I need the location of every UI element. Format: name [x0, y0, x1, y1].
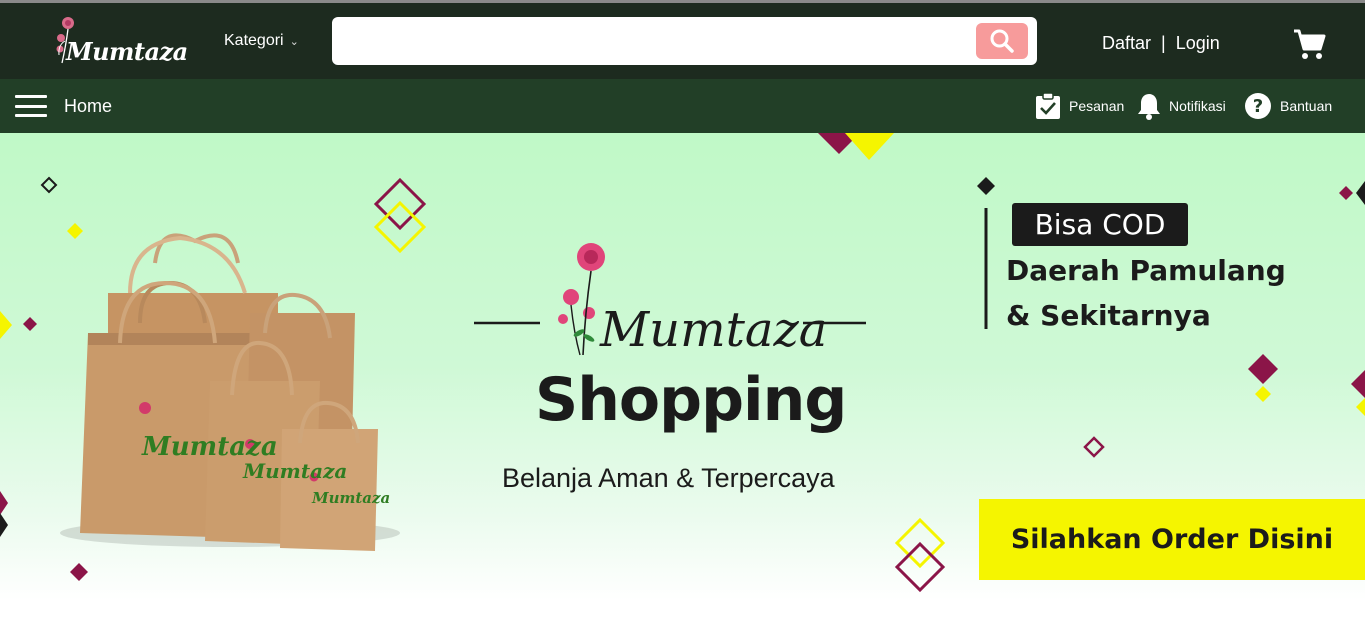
menu-button[interactable] — [15, 95, 47, 117]
bell-icon — [1138, 94, 1160, 120]
svg-text:?: ? — [1253, 96, 1263, 117]
cod-area-line2: & Sekitarnya — [1006, 299, 1211, 332]
home-link[interactable]: Home — [64, 96, 112, 117]
center-logo: Mumtaza — [474, 243, 866, 358]
brand-logo[interactable]: Mumtaza — [52, 15, 188, 73]
nav-bar: Home Pesanan Notifikasi ? Bantuan — [0, 79, 1365, 133]
nav-help[interactable]: ? Bantuan — [1244, 91, 1332, 121]
rose-icon — [558, 243, 605, 356]
promo-banner[interactable]: Mumtaza Mumtaza Mumtaza Mumtaza Shopping — [0, 133, 1365, 600]
order-cta-button[interactable]: Silahkan Order Disini — [979, 499, 1365, 580]
search-icon — [990, 29, 1014, 53]
cod-area-line1: Daerah Pamulang — [1006, 254, 1286, 287]
bag-logo-large: Mumtaza — [141, 432, 278, 462]
nav-orders[interactable]: Pesanan — [1035, 91, 1124, 121]
cod-badge: Bisa COD — [1012, 203, 1188, 246]
search-bar — [332, 17, 1037, 67]
nav-notifications[interactable]: Notifikasi — [1137, 91, 1226, 121]
brand-name: Mumtaza — [66, 37, 188, 66]
banner-tagline: Belanja Aman & Terpercaya — [502, 463, 835, 493]
register-link[interactable]: Daftar — [1102, 33, 1151, 54]
bag-logo-medium: Mumtaza — [242, 459, 347, 483]
search-input[interactable] — [344, 17, 968, 67]
chevron-down-icon: ⌄ — [289, 35, 299, 48]
nav-help-label: Bantuan — [1280, 98, 1333, 114]
cart-button[interactable] — [1292, 27, 1326, 61]
nav-notifications-label: Notifikasi — [1169, 98, 1226, 114]
shopping-bags-illustration: Mumtaza Mumtaza Mumtaza — [60, 233, 400, 551]
auth-links: Daftar | Login — [1102, 33, 1220, 54]
order-cta-label: Silahkan Order Disini — [1010, 524, 1334, 555]
category-label: Kategori — [224, 32, 284, 49]
auth-separator: | — [1161, 33, 1166, 53]
header-bar: Mumtaza Kategori ⌄ Daftar | Login — [0, 3, 1365, 79]
login-link[interactable]: Login — [1176, 33, 1220, 54]
help-circle-icon: ? — [1245, 93, 1271, 119]
nav-orders-label: Pesanan — [1069, 98, 1125, 114]
category-dropdown[interactable]: Kategori ⌄ — [224, 32, 299, 50]
bag-logo-small: Mumtaza — [311, 489, 390, 507]
cart-icon — [1294, 29, 1326, 59]
search-button[interactable] — [976, 23, 1028, 59]
clipboard-check-icon — [1036, 92, 1060, 119]
banner-logo-script: Mumtaza — [599, 302, 827, 358]
banner-headline: Shopping — [535, 365, 847, 435]
